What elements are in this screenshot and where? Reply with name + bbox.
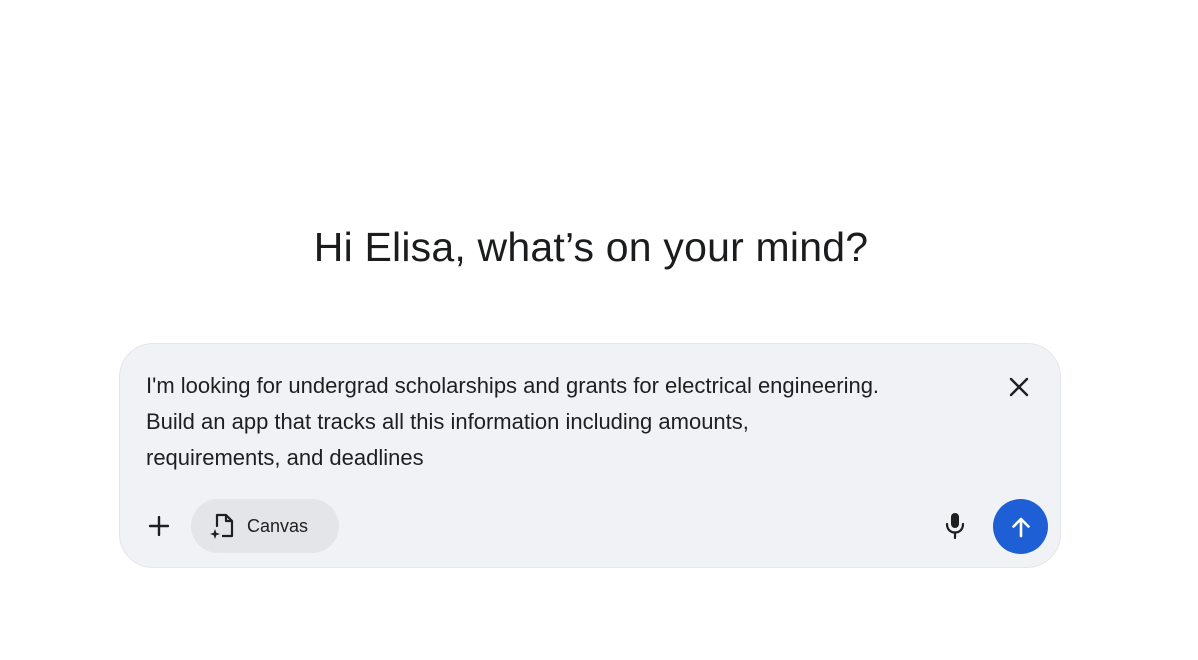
send-button[interactable] <box>993 499 1048 554</box>
prompt-composer[interactable]: I'm looking for undergrad scholarships a… <box>119 343 1061 568</box>
page: Hi Elisa, what’s on your mind? I'm looki… <box>0 0 1198 660</box>
prompt-input[interactable]: I'm looking for undergrad scholarships a… <box>146 368 986 476</box>
plus-icon <box>149 516 169 536</box>
add-attachment-button[interactable] <box>142 509 176 543</box>
canvas-icon <box>210 513 234 539</box>
arrow-up-icon <box>1011 517 1030 537</box>
greeting-heading: Hi Elisa, what’s on your mind? <box>313 224 869 270</box>
close-icon <box>1009 377 1029 397</box>
voice-input-button[interactable] <box>938 509 972 543</box>
microphone-icon <box>945 513 965 540</box>
canvas-tool-chip[interactable]: Canvas <box>191 499 339 553</box>
clear-prompt-button[interactable] <box>1002 370 1036 404</box>
canvas-chip-label: Canvas <box>247 515 309 536</box>
